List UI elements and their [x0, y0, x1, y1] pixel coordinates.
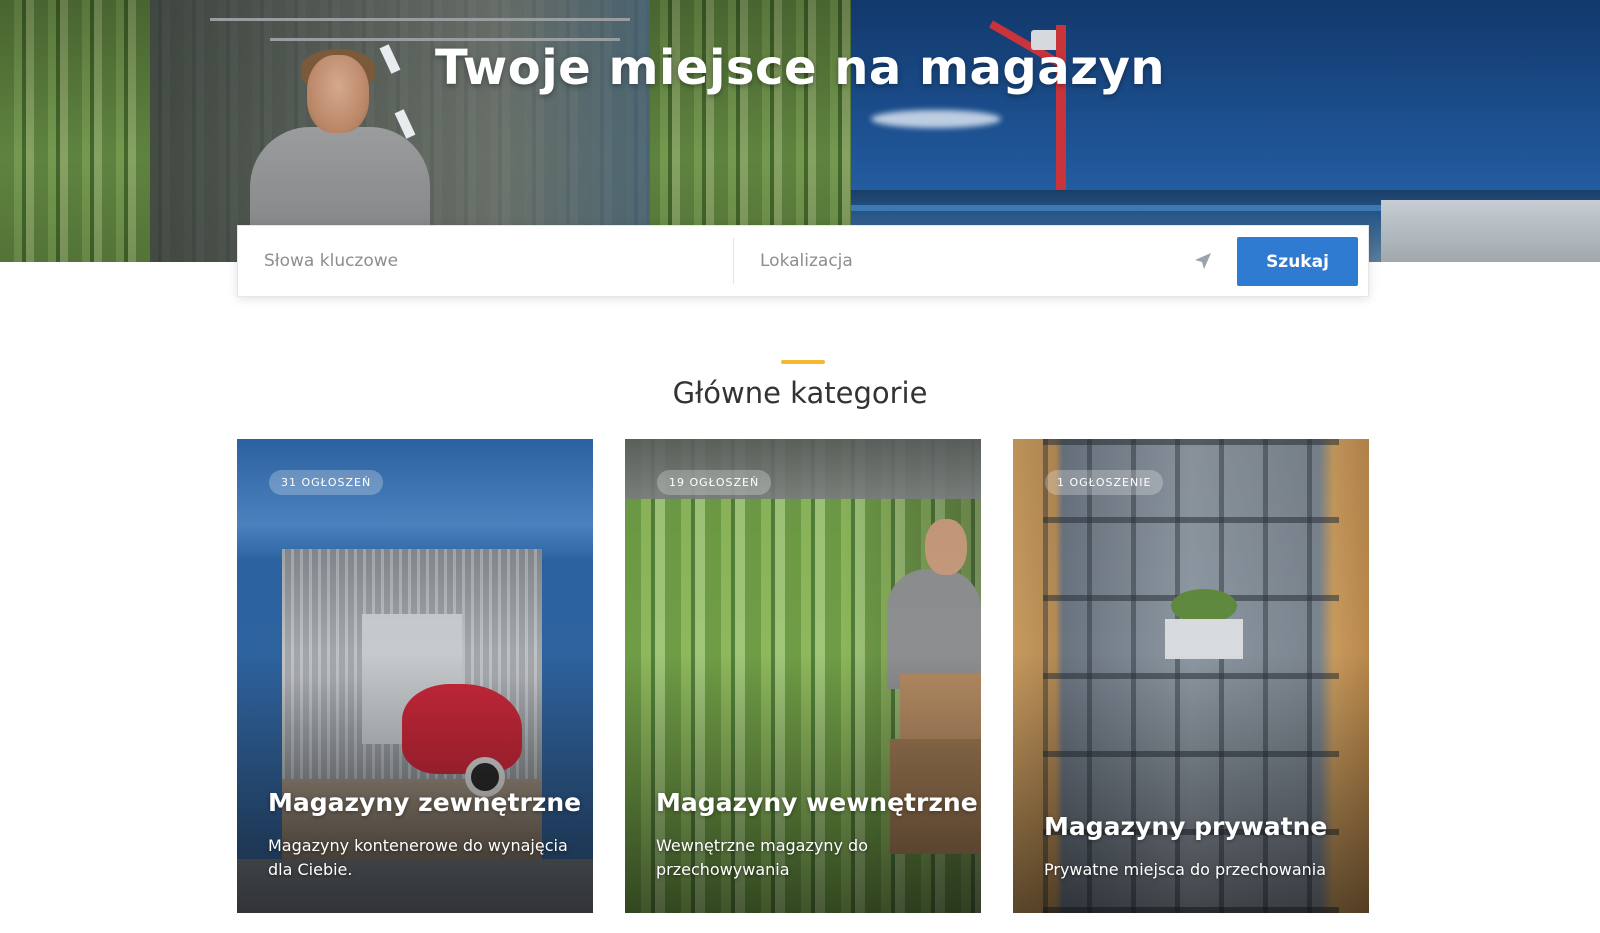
search-bar: Szukaj [237, 225, 1369, 297]
category-description: Wewnętrzne magazyny do przechowywania [656, 836, 868, 879]
category-card-indoor[interactable]: 19 OGŁOSZEŃ Magazyny wewnętrzne Wewnętrz… [625, 439, 981, 913]
section-accent-line [781, 360, 825, 364]
location-input[interactable] [734, 226, 1174, 296]
listing-count-badge: 1 OGŁOSZENIE [1045, 470, 1164, 495]
location-arrow-svg [1195, 253, 1211, 269]
category-title: Magazyny wewnętrzne [656, 788, 978, 817]
category-description: Magazyny kontenerowe do wynajęcia dla Ci… [268, 836, 568, 879]
listing-count-badge: 31 OGŁOSZEŃ [269, 470, 384, 495]
category-description: Prywatne miejsca do przechowania [1044, 860, 1327, 879]
category-card-outdoor[interactable]: 31 OGŁOSZEŃ Magazyny zewnętrzne Magazyny… [237, 439, 593, 913]
hero-cloud [871, 110, 1001, 128]
section-title: Główne kategorie [672, 376, 928, 410]
location-arrow-icon[interactable] [1193, 251, 1213, 271]
hero-container-white [1381, 200, 1600, 262]
category-card-private[interactable]: 1 OGŁOSZENIE Magazyny prywatne Prywatne … [1013, 439, 1369, 913]
category-title: Magazyny zewnętrzne [268, 788, 582, 817]
card-shade [1013, 439, 1369, 913]
listing-count-badge: 19 OGŁOSZEŃ [657, 470, 772, 495]
keywords-input[interactable] [238, 226, 733, 296]
category-title: Magazyny prywatne [1044, 812, 1328, 841]
hero-banner: Twoje miejsce na magazyn [0, 0, 1600, 262]
hero-title: Twoje miejsce na magazyn [434, 40, 1166, 96]
hero-rail [210, 18, 630, 21]
search-button[interactable]: Szukaj [1237, 237, 1358, 286]
